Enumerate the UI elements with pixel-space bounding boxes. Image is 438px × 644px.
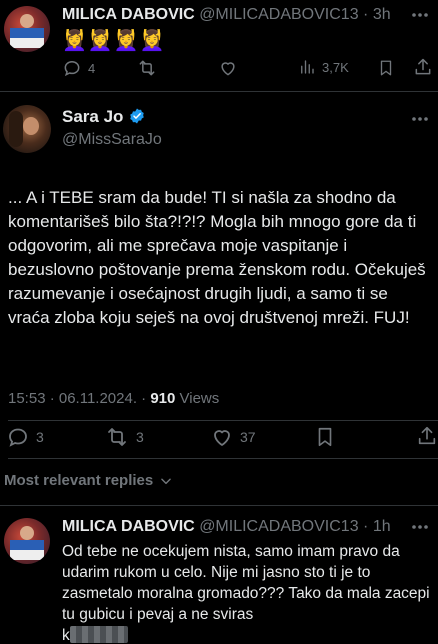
author-handle[interactable]: @MissSaraJo — [62, 131, 162, 149]
reply-text-tail: k — [62, 627, 70, 644]
tweet-text: ... A i TEBE sram da bude! TI si našla z… — [8, 188, 426, 327]
share-button[interactable] — [416, 424, 438, 453]
replies-sort-label: Most relevant replies — [4, 472, 154, 489]
share-button[interactable] — [413, 57, 433, 82]
replies-sort-dropdown[interactable]: Most relevant replies — [4, 472, 173, 489]
author-name[interactable]: Sara Jo — [62, 107, 123, 126]
views-count: 3,7K — [322, 59, 349, 75]
redacted-text — [69, 626, 128, 643]
retweet-count: 3 — [136, 429, 144, 445]
retweet-icon — [108, 428, 126, 446]
author-name[interactable]: MILICA DABOVIC — [62, 6, 195, 23]
reply-count: 3 — [36, 429, 44, 445]
chevron-down-icon — [161, 478, 172, 484]
divider — [0, 505, 438, 506]
heart-icon — [214, 430, 230, 446]
bookmark-button[interactable] — [314, 425, 336, 454]
like-count: 37 — [240, 429, 256, 445]
more-options-icon[interactable] — [410, 520, 430, 539]
bookmark-button[interactable] — [377, 58, 395, 83]
retweet-icon — [139, 60, 155, 76]
verified-badge-icon — [128, 107, 146, 130]
avatar[interactable] — [3, 105, 51, 153]
tweet-time[interactable]: · 1h — [363, 518, 391, 535]
author-name[interactable]: MILICA DABOVIC — [62, 518, 195, 535]
views-button[interactable]: 3,7K — [298, 58, 349, 76]
heart-icon — [221, 62, 235, 76]
reply-button[interactable]: 4 — [62, 58, 95, 78]
share-icon — [418, 426, 436, 445]
like-button[interactable]: 37 — [210, 425, 256, 449]
divider — [8, 420, 438, 421]
avatar[interactable] — [4, 6, 50, 52]
avatar[interactable] — [4, 518, 50, 564]
divider — [0, 91, 438, 92]
tweet-timestamp[interactable]: 15:53 · 06.11.2024. · — [8, 390, 150, 407]
bookmark-icon — [318, 427, 332, 447]
retweet-button[interactable] — [136, 58, 164, 78]
views-label: Views — [175, 390, 220, 407]
reply-icon — [64, 60, 80, 77]
more-options-icon[interactable] — [410, 8, 430, 27]
author-handle[interactable]: @MILICADABOVIC13 — [199, 6, 358, 23]
tweet-text: 💆‍♀️💆‍♀️💆‍♀️💆‍♀️ — [62, 30, 166, 52]
reply-text: Od tebe ne ocekujem nista, samo imam pra… — [62, 543, 430, 623]
author-handle[interactable]: @MILICADABOVIC13 — [199, 518, 358, 535]
more-options-icon[interactable] — [410, 112, 430, 131]
bookmark-icon — [380, 60, 392, 76]
divider — [8, 458, 438, 459]
reply-icon — [9, 428, 27, 447]
reply-button[interactable]: 3 — [6, 425, 44, 449]
views-count: 910 — [150, 390, 176, 407]
bar-chart-icon — [301, 60, 314, 74]
tweet-time[interactable]: · 3h — [363, 6, 391, 23]
like-button[interactable] — [218, 58, 244, 78]
reply-count: 4 — [88, 60, 96, 76]
retweet-button[interactable]: 3 — [104, 425, 144, 449]
share-icon — [415, 58, 431, 75]
